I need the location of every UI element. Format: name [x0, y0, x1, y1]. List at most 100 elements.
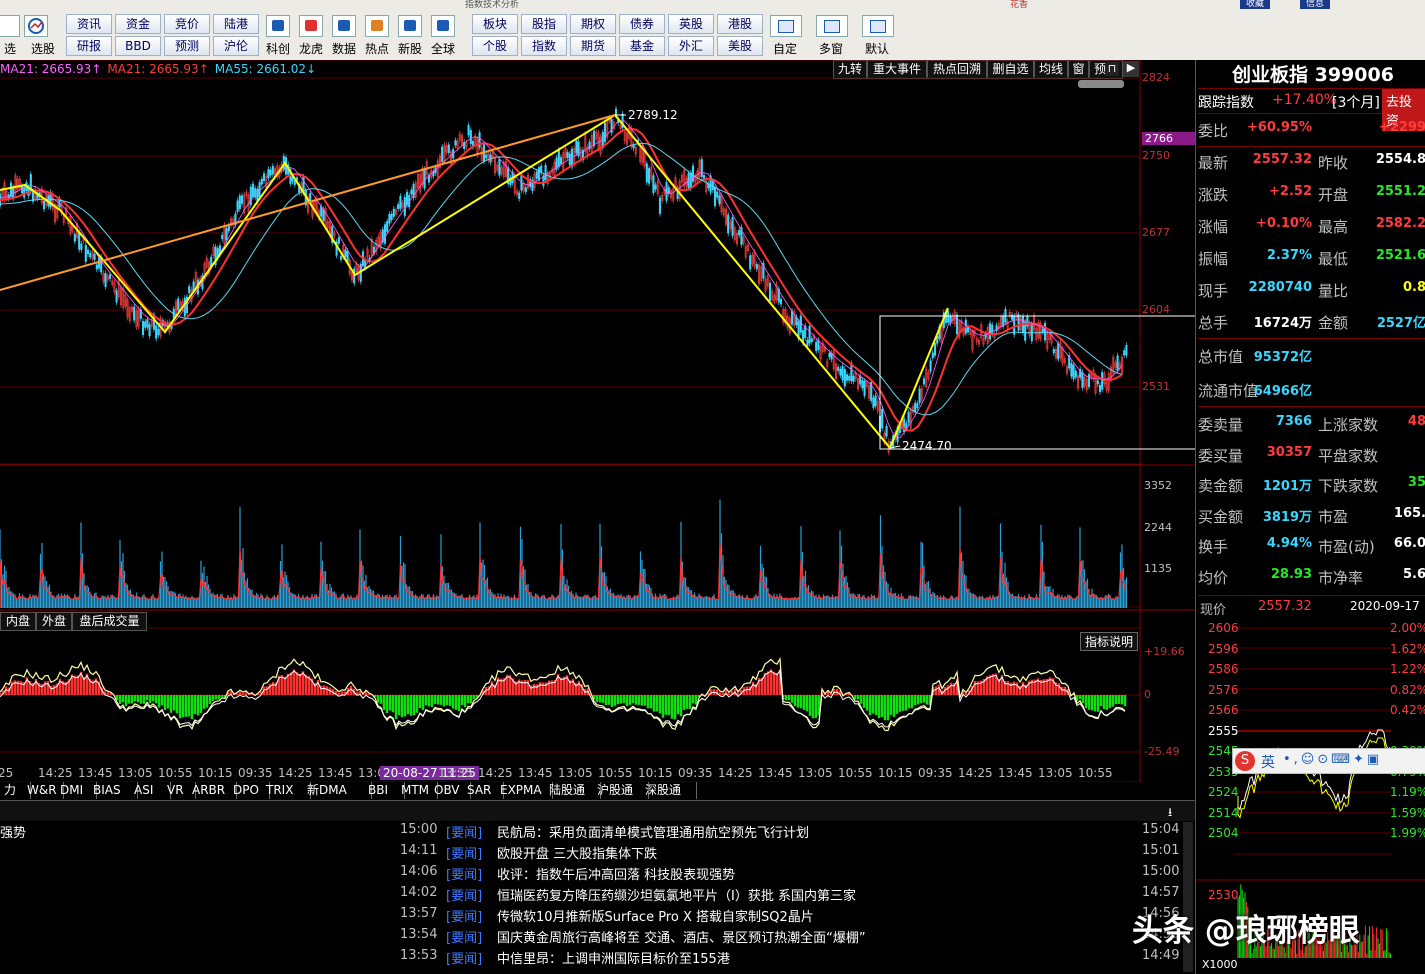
news-title[interactable]: 收评：指数午后冲高回落 科技股表现强势	[497, 864, 735, 883]
volume-tab[interactable]: 内盘	[0, 612, 36, 631]
hot-icon[interactable]	[365, 15, 389, 37]
toolbar-btn-个股[interactable]: 个股	[472, 36, 518, 56]
globe-icon[interactable]	[431, 15, 455, 37]
news-title[interactable]: 民航局：采用负面清单模式管理通用航空预先飞行计划	[497, 822, 809, 841]
mini-percent-tick: 1.62%	[1390, 641, 1425, 656]
toolbar-btn-港股[interactable]: 港股	[717, 14, 763, 34]
toolbar-btn-基金[interactable]: 基金	[619, 36, 665, 56]
toolbar-btn-股指[interactable]: 股指	[521, 14, 567, 34]
quote-label: 最新	[1198, 154, 1229, 172]
kline-candle	[544, 165, 547, 181]
ime-mode[interactable]: 英	[1261, 752, 1275, 772]
toolbar-btn-新股[interactable]: 新股	[394, 40, 426, 58]
toolbar-btn-研报[interactable]: 研报	[66, 36, 112, 56]
toolbar-btn-龙虎[interactable]: 龙虎	[295, 40, 327, 58]
quote-row: 委比 +60.95% +2299	[1198, 116, 1425, 147]
ime-tools-icon[interactable]: •,☺⊙⌨✦▣	[1283, 752, 1382, 767]
toolbar-btn-竞价[interactable]: 竞价	[164, 14, 210, 34]
time-tick: 10:55	[838, 766, 873, 780]
indicator-explain-button[interactable]: 指标说明	[1080, 632, 1139, 651]
newstock-icon[interactable]	[398, 15, 422, 37]
quote-row: 现手 2280740 量比 0.8	[1198, 276, 1425, 306]
indicator-tab-深股通[interactable]: 深股通	[641, 782, 697, 799]
toolbar-title-strip: 指数技术分析 花香通行相报5秒	[430, 0, 1030, 8]
toolbar-btn-自定[interactable]: 自定	[768, 40, 802, 58]
news-item[interactable]: 13:54 [要闻] 国庆黄金周旅行高峰将至 交通、酒店、景区预订热潮全面“爆棚” 1…	[0, 927, 1180, 947]
toolbar-btn-美股[interactable]: 美股	[717, 36, 763, 56]
quote-label: 换手	[1198, 538, 1229, 556]
home-icon[interactable]	[862, 15, 894, 37]
toolbar-btn-期货[interactable]: 期货	[570, 36, 616, 56]
toolbar-btn-默认[interactable]: 默认	[860, 40, 894, 58]
toolbar-btn-沪伦[interactable]: 沪伦	[213, 36, 259, 56]
toolbar-btn-全球[interactable]: 全球	[427, 40, 459, 58]
toolbar-btn-外汇[interactable]: 外汇	[668, 36, 714, 56]
toolbar-btn-数据[interactable]: 数据	[328, 40, 360, 58]
quote-row: 均价 28.93 市净率 5.6	[1198, 563, 1425, 593]
toolbar-btn-热点[interactable]: 热点	[361, 40, 393, 58]
quote-value-2: 0.8	[1402, 280, 1425, 295]
news-item[interactable]: 15:00 [要闻] 民航局：采用负面清单模式管理通用航空预先飞行计划 15:04	[0, 822, 1180, 842]
kline-candle	[383, 224, 387, 244]
volume-tab[interactable]: 外盘	[36, 612, 72, 631]
time-tick: 10:15	[878, 766, 913, 780]
kline-chart-area[interactable]: MA21: 2665.93↑ MA21: 2665.93↑ MA55: 2661.0…	[0, 60, 1196, 800]
custom-icon[interactable]	[770, 15, 802, 37]
toolbar-btn-资讯[interactable]: 资讯	[66, 14, 112, 34]
kline-candle	[73, 233, 76, 242]
toolbar-btn-2[interactable]: 选股	[28, 40, 58, 58]
toolbar-btn-陆港[interactable]: 陆港	[213, 14, 259, 34]
kechuang-icon[interactable]	[266, 15, 290, 37]
news-title[interactable]: 国庆黄金周旅行高峰将至 交通、酒店、景区预订热潮全面“爆棚”	[497, 927, 866, 946]
pe-icon[interactable]	[332, 15, 356, 37]
toolbar-btn-科创[interactable]: 科创	[262, 40, 294, 58]
kline-candle	[907, 412, 910, 423]
time-tick: 14:25	[38, 766, 73, 780]
kline-candle	[80, 243, 83, 250]
news-title[interactable]: 传微软10月推新版Surface Pro X 搭载自家制SQ2晶片	[497, 906, 814, 925]
toolbar-btn-BBD[interactable]: BBD	[115, 36, 161, 56]
price-tick: 2604	[1142, 303, 1170, 316]
select-icon[interactable]	[24, 15, 48, 37]
news-tag: [要闻]	[446, 889, 483, 904]
quote-value-2: 2554.8	[1375, 152, 1425, 167]
news-title[interactable]: 欧股开盘 三大股指集体下跌	[497, 843, 657, 862]
indicator-tab-新DMA[interactable]: 新DMA	[303, 782, 372, 799]
kline-candle	[441, 146, 444, 162]
kline-candle	[1041, 328, 1044, 333]
news-rtime: 15:01	[1142, 843, 1180, 858]
news-item[interactable]: 14:02 [要闻] 恒瑞医药复方降压药缬沙坦氨氯地平片（I）获批 系国内第三家 14…	[0, 885, 1180, 905]
news-item[interactable]: 14:11 [要闻] 欧股开盘 三大股指集体下跌 15:01	[0, 843, 1180, 863]
ime-bar[interactable]: S 英 •,☺⊙⌨✦▣	[1232, 748, 1425, 774]
current-value: 2557.32	[1258, 599, 1312, 614]
toolbar-btn-英股[interactable]: 英股	[668, 14, 714, 34]
toolbar-btn-板块[interactable]: 板块	[472, 14, 518, 34]
volume-tab[interactable]: 盘后成交量	[72, 612, 147, 631]
time-tick: 13:45	[998, 766, 1033, 780]
kline-candle	[262, 173, 266, 181]
kline-candle	[731, 217, 734, 236]
toolbar-btn-指数[interactable]: 指数	[521, 36, 567, 56]
toolbar-btn-期权[interactable]: 期权	[570, 14, 616, 34]
quote-panel: 创业板指 399006 跟踪指数 +17.40% [3个月] 去投资 委比 +60…	[1195, 60, 1425, 974]
window-icon[interactable]	[816, 15, 848, 37]
toolbar-btn-多窗[interactable]: 多窗	[814, 40, 848, 58]
quote-value-2: 66.0	[1393, 536, 1425, 551]
toolbar-btn-资金[interactable]: 资金	[115, 14, 161, 34]
dragon-icon[interactable]	[299, 15, 323, 37]
fav-button[interactable]: 收藏	[1240, 0, 1271, 9]
time-tick: 13:05	[1038, 766, 1073, 780]
mail-button[interactable]: 信息	[1300, 0, 1331, 9]
kline-candle	[260, 179, 263, 185]
kline-candle	[23, 186, 26, 198]
toolbar-btn-债券[interactable]: 债券	[619, 14, 665, 34]
news-item[interactable]: 13:57 [要闻] 传微软10月推新版Surface Pro X 搭载自家制SQ2…	[0, 906, 1180, 926]
download-icon[interactable]: ⭳	[1168, 803, 1172, 824]
news-item[interactable]: 13:53 [要闻] 中信里昂：上调申洲国际目标价至155港 14:49	[0, 948, 1180, 968]
toolbar-btn-预测[interactable]: 预测	[164, 36, 210, 56]
news-item[interactable]: 14:06 [要闻] 收评：指数午后冲高回落 科技股表现强势 15:00	[0, 864, 1180, 884]
news-title[interactable]: 中信里昂：上调申洲国际目标价至155港	[497, 948, 730, 967]
news-title[interactable]: 恒瑞医药复方降压药缬沙坦氨氯地平片（I）获批 系国内第三家	[497, 885, 856, 904]
kline-candle	[718, 195, 721, 204]
chart-icon[interactable]	[0, 15, 20, 37]
